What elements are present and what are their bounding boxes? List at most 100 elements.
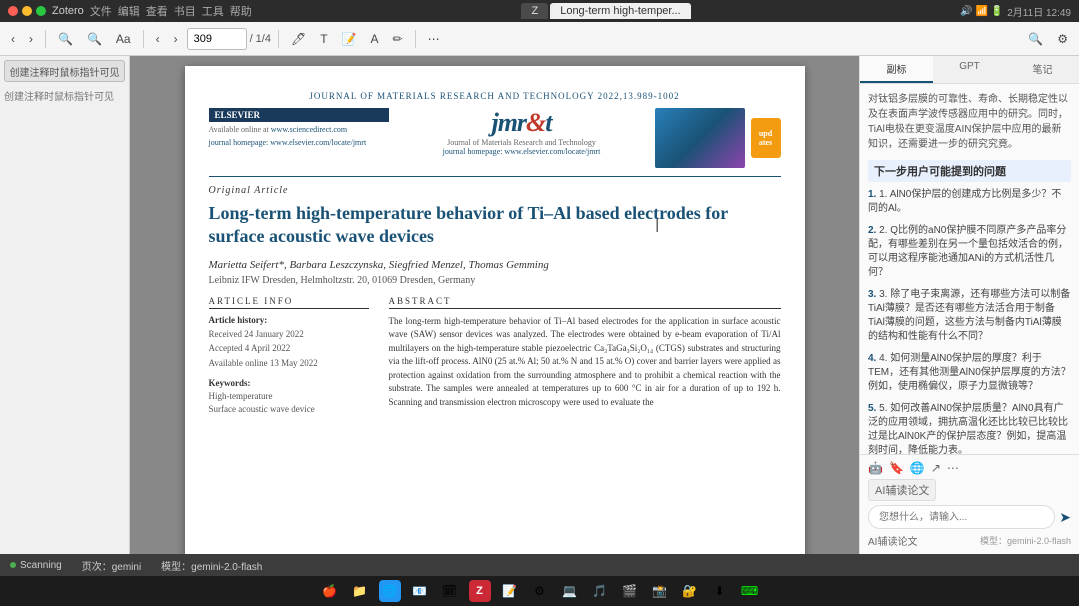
article-info: ARTICLE INFO Article history: Received 2… — [209, 296, 369, 417]
font-btn[interactable]: Aa — [111, 27, 136, 51]
page-sep: / — [250, 33, 253, 45]
close-button[interactable] — [8, 6, 18, 16]
tab-notes[interactable]: 笔记 — [1006, 56, 1079, 83]
tab-zotero[interactable]: Z — [521, 3, 548, 19]
right-footer: 🤖 🔖 🌐 ↗ ⋯ AI辅读论文 ➤ AI辅读论文 模型：gemini-2.0-… — [860, 454, 1079, 554]
titlebar-right: 🔊 📶 🔋 2月11日 12:49 — [960, 4, 1071, 19]
note-btn[interactable]: 📝 — [337, 27, 362, 51]
titlebar-left: Zotero 文件 编辑 查看 书目 工具 帮助 — [8, 3, 252, 19]
bookmark-icon[interactable]: 🔖 — [889, 461, 904, 475]
elsevier-box: ELSEVIER Available online at www.science… — [209, 108, 389, 150]
sep2 — [143, 30, 144, 48]
accepted-date: Accepted 4 April 2022 — [209, 341, 369, 355]
back-button[interactable]: ‹ — [6, 27, 20, 51]
summary-text: 对钛铝多层膜的可靠性、寿命、长期稳定性以及在表面声学波传感器应用中的研究。同时，… — [868, 92, 1071, 152]
tab-summary[interactable]: 副标 — [860, 56, 933, 83]
update-icon[interactable]: updates — [751, 118, 781, 158]
taskbar-notes[interactable]: 📝 — [499, 580, 521, 602]
taskbar-music[interactable]: 🎵 — [589, 580, 611, 602]
taskbar-video[interactable]: 🎬 — [619, 580, 641, 602]
menu-help[interactable]: 帮助 — [230, 3, 252, 19]
pdf-viewer[interactable]: JOURNAL OF MATERIALS RESEARCH AND TECHNO… — [130, 56, 859, 554]
zoom-btn[interactable]: 🔍 — [53, 27, 78, 51]
taskbar-finder[interactable]: 📁 — [349, 580, 371, 602]
scanning-label: Scanning — [20, 560, 62, 571]
window-controls[interactable] — [8, 6, 46, 16]
send-btn[interactable]: ➤ — [1059, 509, 1071, 526]
q2-num: 2. — [868, 225, 876, 236]
more-tools-btn[interactable]: ⋯ — [423, 27, 445, 51]
taskbar-terminal[interactable]: ⌨ — [739, 580, 761, 602]
sep1 — [45, 30, 46, 48]
forward-button[interactable]: › — [24, 27, 38, 51]
footer-input-row: ➤ — [868, 505, 1071, 529]
taskbar-security[interactable]: 🔐 — [679, 580, 701, 602]
minimize-button[interactable] — [22, 6, 32, 16]
translate-icon[interactable]: 🌐 — [910, 461, 925, 475]
page-input[interactable]: 309 — [187, 28, 247, 50]
clock: 2月11日 12:49 — [1007, 4, 1071, 19]
q1-text: 1. AlN0保护层的创建成方比例是多少？不同的Al。 — [868, 189, 1061, 214]
ai-read-icon[interactable]: 🤖 — [868, 461, 883, 475]
taskbar-zotero[interactable]: Z — [469, 580, 491, 602]
more-icon[interactable]: ⋯ — [947, 461, 959, 475]
taskbar-browser[interactable]: 🌐 — [379, 580, 401, 602]
pdf-page: JOURNAL OF MATERIALS RESEARCH AND TECHNO… — [185, 66, 805, 554]
footer-icon-row: 🤖 🔖 🌐 ↗ ⋯ — [868, 461, 1071, 475]
titlebar: Zotero 文件 编辑 查看 书目 工具 帮助 Z Long-term hig… — [0, 0, 1079, 22]
scanning-status: Scanning — [10, 560, 62, 571]
ai-label-text: AI辅读论文 — [868, 533, 917, 548]
sep4 — [415, 30, 416, 48]
keyword-1: High-temperature — [209, 390, 369, 404]
article-body: ARTICLE INFO Article history: Received 2… — [209, 296, 781, 417]
scan-dot — [10, 562, 16, 568]
menu-file[interactable]: 文件 — [90, 3, 112, 19]
text-btn[interactable]: A — [365, 27, 383, 51]
homepage-label: journal homepage: www.elsevier.com/locat… — [209, 138, 389, 147]
affiliation: Leibniz IFW Dresden, Helmholtzstr. 20, 0… — [209, 275, 781, 286]
zoom-out-btn[interactable]: 🔍 — [82, 27, 107, 51]
menu-bib[interactable]: 书目 — [174, 3, 196, 19]
settings-btn[interactable]: ⚙ — [1052, 27, 1073, 51]
search-btn[interactable]: 🔍 — [1023, 27, 1048, 51]
tab-pdf[interactable]: Long-term high-temper... — [550, 3, 690, 19]
taskbar-mail[interactable]: 📧 — [409, 580, 431, 602]
taskbar-apple[interactable]: 🍎 — [319, 580, 341, 602]
menu-tools[interactable]: 工具 — [202, 3, 224, 19]
taskbar-settings[interactable]: ⚙ — [529, 580, 551, 602]
available-text: Available online at www.sciencedirect.co… — [209, 125, 389, 134]
share-icon[interactable]: ↗ — [931, 461, 941, 475]
next-page-btn[interactable]: › — [169, 27, 183, 51]
status-page: 页次：gemini — [82, 558, 141, 573]
menu-view[interactable]: 查看 — [146, 3, 168, 19]
q5-num: 5. — [868, 403, 876, 414]
journal-name: JOURNAL OF MATERIALS RESEARCH AND TECHNO… — [309, 91, 679, 101]
tab-gpt[interactable]: GPT — [933, 56, 1006, 83]
taskbar-code[interactable]: 💻 — [559, 580, 581, 602]
toolbar: ‹ › 🔍 🔍 Aa ‹ › 309 / 1/4 🖊 T 📝 A ✏ ⋯ 🔍 ⚙ — [0, 22, 1079, 56]
journal-right: updates — [655, 108, 781, 168]
abstract-text: The long-term high-temperature behavior … — [389, 315, 781, 410]
menu-edit[interactable]: 编辑 — [118, 3, 140, 19]
taskbar-calendar[interactable]: 🗓 — [439, 580, 461, 602]
underline-btn[interactable]: T — [315, 27, 332, 51]
q3-text: 3. 除了电子束离源，还有哪些方法可以制备TiAl薄膜？是否还有哪些方法活合用于… — [868, 289, 1070, 342]
questions-title: 下一步用户可能提到的问题 — [868, 160, 1071, 182]
keyword-2: Surface acoustic wave device — [209, 403, 369, 417]
article-dates: Received 24 January 2022 Accepted 4 Apri… — [209, 327, 369, 370]
system-icons: 🔊 📶 🔋 — [960, 6, 1003, 17]
sidebar-label: 创建注释时鼠标指针可见 — [4, 86, 125, 105]
ai-assist-btn[interactable]: AI辅读论文 — [868, 479, 936, 501]
footer-action-row: AI辅读论文 — [868, 479, 1071, 501]
draw-btn[interactable]: ✏ — [388, 27, 408, 51]
right-panel: 副标 GPT 笔记 对钛铝多层膜的可靠性、寿命、长期稳定性以及在表面声学波传感器… — [859, 56, 1079, 554]
highlight-btn[interactable]: 🖊 — [286, 27, 311, 51]
journal-subtitle: Journal of Materials Research and Techno… — [389, 138, 655, 147]
add-annotation-btn[interactable]: 创建注释时鼠标指针可见 — [4, 60, 125, 82]
taskbar-photos[interactable]: 📸 — [649, 580, 671, 602]
app-name: Zotero — [52, 5, 84, 17]
prev-page-btn[interactable]: ‹ — [151, 27, 165, 51]
maximize-button[interactable] — [36, 6, 46, 16]
taskbar-download[interactable]: ⬇ — [709, 580, 731, 602]
chat-input[interactable] — [868, 505, 1055, 529]
